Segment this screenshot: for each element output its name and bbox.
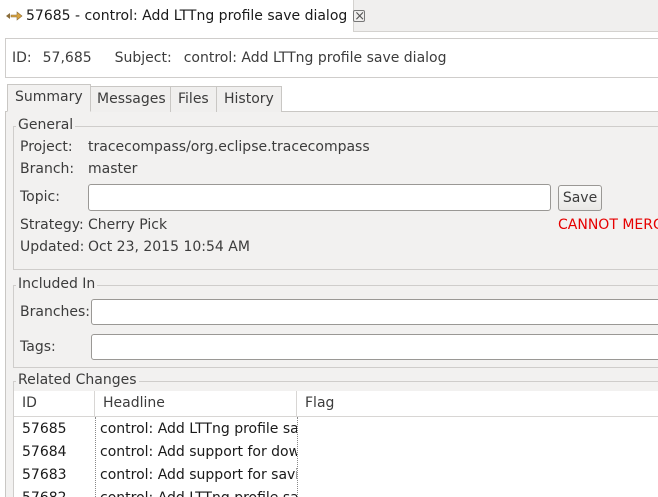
topic-input[interactable] [88,184,551,211]
id-label: ID: [12,50,32,66]
tab-history[interactable]: History [216,86,282,112]
row-headline: control: Add LTTng profile save [95,487,297,497]
row-flag [297,418,658,441]
row-id: 57683 [22,467,67,483]
table-row[interactable]: 57684 control: Add support for download [14,441,658,464]
table-row[interactable]: 57682 control: Add LTTng profile save [14,487,658,497]
row-flag [297,441,658,464]
table-row[interactable]: 57683 control: Add support for saving [14,464,658,487]
editor-tab-review[interactable]: 57685 - control: Add LTTng profile save … [0,0,366,32]
column-header-id[interactable]: ID [14,391,95,417]
row-flag [297,464,658,487]
related-changes-table: ID Headline Flag 57685 control: Add LTTn… [14,391,658,497]
row-headline: control: Add support for download [100,444,297,460]
column-header-flag[interactable]: Flag [297,391,658,417]
related-changes-title: Related Changes [16,372,139,388]
branch-label: Branch: [20,161,75,177]
id-value: 57,685 [42,50,92,66]
row-headline: control: Add LTTng profile save dialog [100,421,297,437]
strategy-label: Strategy: [20,217,84,233]
tab-files[interactable]: Files [170,86,217,112]
row-flag [297,487,658,497]
column-header-headline[interactable]: Headline [95,391,297,417]
editor-tab-strip: 57685 - control: Add LTTng profile save … [0,0,658,32]
branch-value: master [88,161,138,177]
gerrit-review-icon [5,9,23,23]
tags-field[interactable] [91,334,658,360]
row-id: 57682 [14,487,95,497]
table-row[interactable]: 57685 control: Add LTTng profile save di… [14,418,658,441]
merge-status: CANNOT MERGE [558,217,658,233]
general-group-title: General [16,117,76,133]
topic-label: Topic: [20,189,60,205]
updated-label: Updated: [20,239,85,255]
project-label: Project: [20,139,73,155]
save-topic-button[interactable]: Save [558,185,602,211]
review-header: ID: 57,685 Subject: control: Add LTTng p… [5,38,658,78]
strategy-value: Cherry Pick [88,217,168,233]
editor-tab-title: 57685 - control: Add LTTng profile save … [26,8,348,24]
branches-field[interactable] [91,299,658,325]
tab-messages[interactable]: Messages [89,86,174,112]
included-in-group-title: Included In [16,276,98,292]
tags-label: Tags: [20,339,56,355]
row-id: 57684 [22,444,67,460]
updated-value: Oct 23, 2015 10:54 AM [88,239,250,255]
review-tabs: Summary Messages Files History [5,84,658,112]
tab-summary[interactable]: Summary [7,84,91,112]
subject-value: control: Add LTTng profile save dialog [183,50,447,66]
subject-label: Subject: [114,50,172,66]
branches-label: Branches: [20,304,91,320]
close-icon[interactable]: × [353,10,366,23]
row-id: 57685 [22,421,67,437]
table-header: ID Headline Flag [14,391,658,417]
project-value: tracecompass/org.eclipse.tracecompass [88,139,370,155]
row-headline: control: Add support for saving [100,467,297,483]
